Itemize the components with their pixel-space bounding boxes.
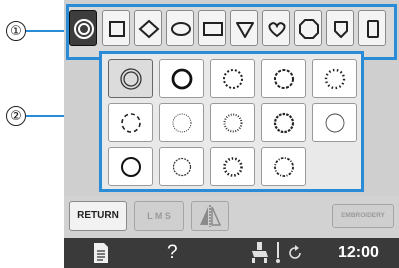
frame-style-scalloped[interactable] [210, 103, 255, 142]
octagon-shape-button[interactable] [294, 10, 322, 46]
frame-style-thin-line[interactable] [312, 103, 357, 142]
double-line-circle-icon [120, 68, 142, 90]
lms-label: L M S [147, 211, 171, 221]
thin-line-circle-icon [325, 113, 345, 133]
tall-rectangle-shape-button[interactable] [358, 10, 386, 46]
dashed-circle-icon [121, 113, 141, 133]
oval-icon [171, 22, 191, 36]
frame-style-thick-line[interactable] [159, 59, 204, 98]
diamond-icon [138, 19, 160, 39]
help-button[interactable]: ? [167, 241, 178, 265]
shield-icon [236, 22, 254, 38]
star-stitch-circle-icon [172, 157, 192, 177]
medium-line-circle-icon [121, 157, 141, 177]
callout-1: ① [6, 21, 26, 41]
frame-style-grid [99, 51, 364, 192]
shield-shape-button[interactable] [230, 10, 258, 46]
decorative-circle-icon [223, 157, 243, 177]
badge-shape-button[interactable] [326, 10, 354, 46]
thin-dots-circle-icon [172, 113, 192, 133]
frame-style-dotted[interactable] [210, 59, 255, 98]
thick-line-circle-icon [171, 68, 193, 90]
rectangle-icon [203, 22, 223, 36]
frame-style-medium-line[interactable] [108, 147, 153, 186]
callout-2: ② [6, 106, 26, 126]
frame-style-zigzag[interactable] [261, 59, 306, 98]
cross-stitch-circle-icon [273, 112, 295, 134]
status-bar: ? 12:00 [64, 238, 399, 268]
scalloped-circle-icon [223, 113, 243, 133]
diamond-shape-button[interactable] [134, 10, 162, 46]
callout-1-leader [26, 30, 66, 32]
sewing-screen: RETURN L M S EMBROIDERY ? 12:00 [64, 0, 399, 268]
frame-style-bead[interactable] [312, 59, 357, 98]
rectangle-shape-button[interactable] [198, 10, 226, 46]
square-icon [109, 21, 125, 37]
frame-style-wavy[interactable] [261, 147, 306, 186]
oval-shape-button[interactable] [166, 10, 194, 46]
heart-icon [268, 22, 286, 38]
square-shape-button[interactable] [102, 10, 130, 46]
mirror-button[interactable] [191, 201, 229, 231]
frame-style-decorative[interactable] [210, 147, 255, 186]
presser-foot-icon[interactable] [250, 242, 270, 264]
tall-rectangle-icon [367, 20, 379, 38]
frame-style-cross-stitch[interactable] [261, 103, 306, 142]
lms-button[interactable]: L M S [134, 201, 184, 231]
document-icon[interactable] [92, 242, 110, 264]
zigzag-circle-icon [274, 69, 294, 89]
frame-style-dashed[interactable] [108, 103, 153, 142]
wavy-circle-icon [274, 157, 294, 177]
return-button[interactable]: RETURN [69, 201, 127, 231]
embroidery-label: EMBROIDERY [341, 212, 385, 219]
mirror-icon [200, 205, 222, 227]
embroidery-button[interactable]: EMBROIDERY [332, 204, 394, 228]
frame-style-star-stitch[interactable] [159, 147, 204, 186]
clock: 12:00 [338, 244, 379, 261]
octagon-icon [299, 19, 319, 39]
frame-style-thin-dots[interactable] [159, 103, 204, 142]
dotted-circle-icon [223, 69, 243, 89]
bead-circle-icon [324, 68, 346, 90]
badge-icon [334, 21, 348, 38]
double-circle-icon [74, 19, 94, 39]
refresh-icon[interactable] [287, 245, 303, 261]
return-label: RETURN [77, 210, 119, 221]
needle-icon [276, 242, 280, 263]
heart-shape-button[interactable] [262, 10, 290, 46]
double-circle-shape-button[interactable] [69, 10, 97, 46]
frame-style-double-line[interactable] [108, 59, 153, 98]
action-bar: RETURN L M S EMBROIDERY [64, 196, 399, 238]
